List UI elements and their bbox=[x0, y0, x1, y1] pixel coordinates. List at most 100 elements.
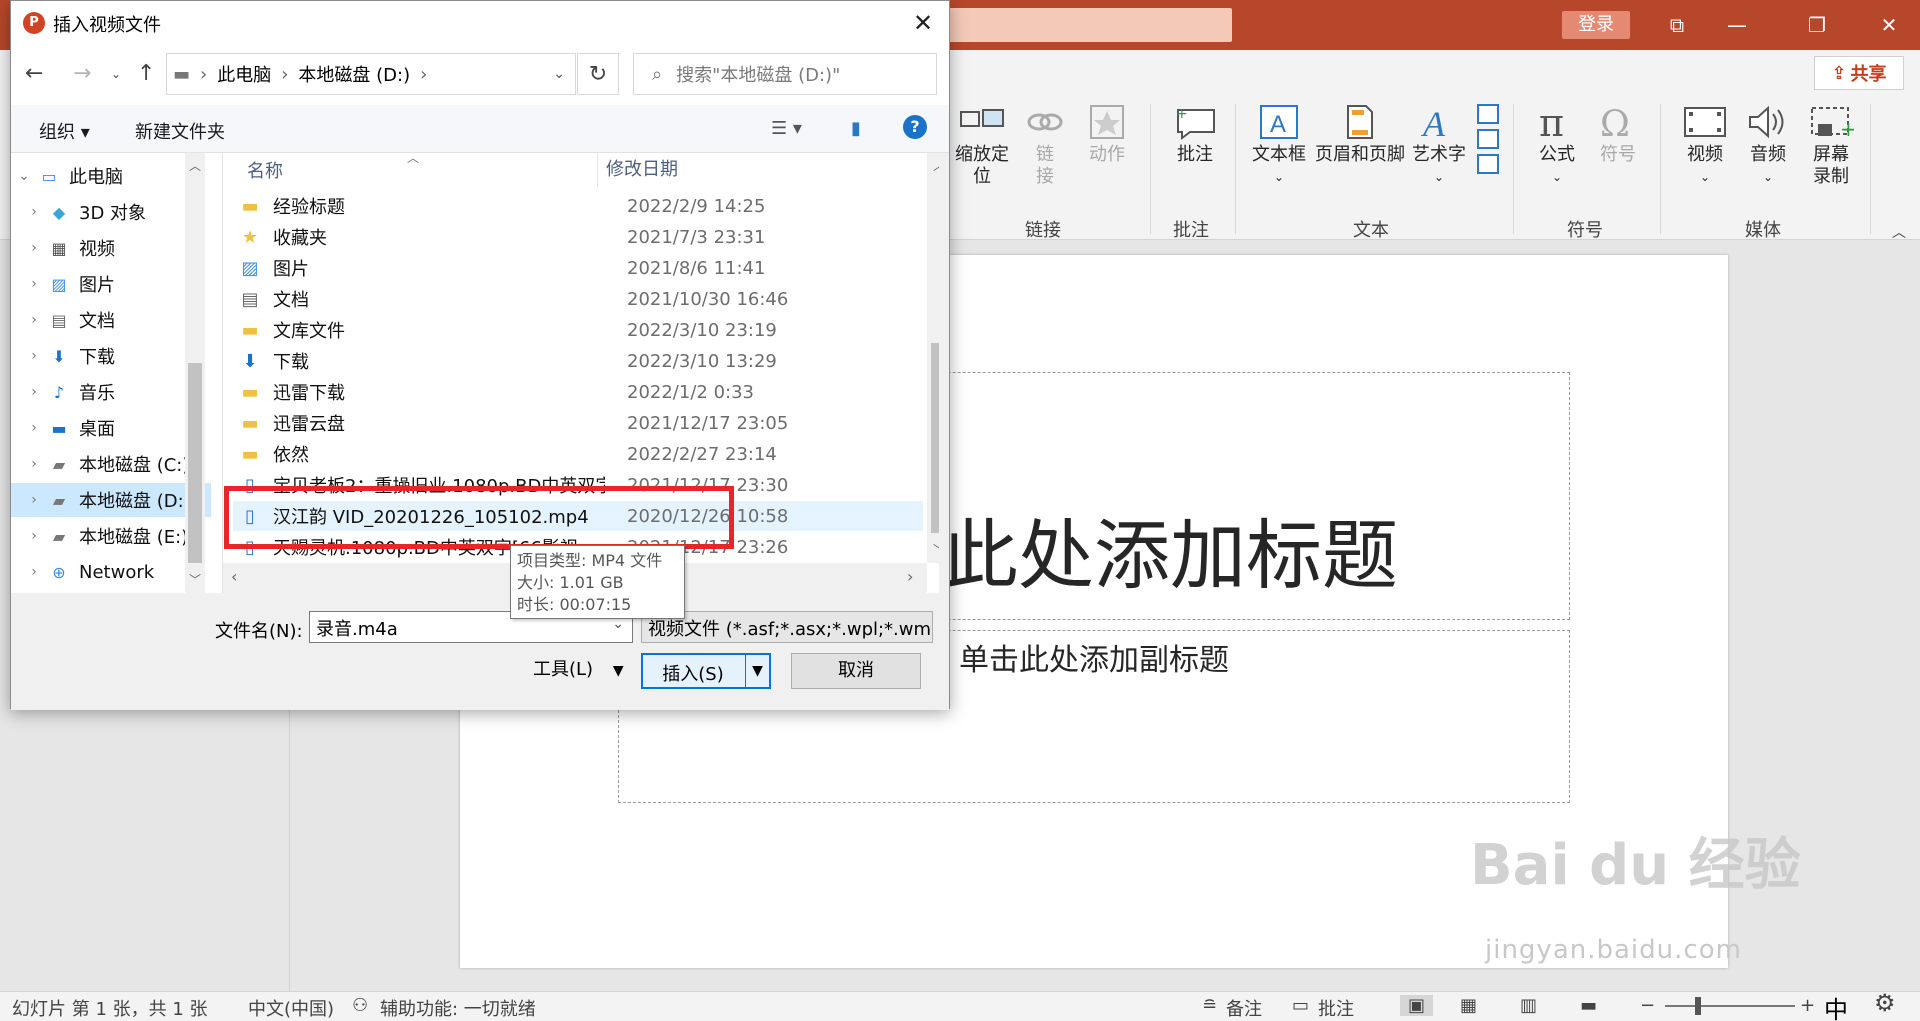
chevron-right-icon[interactable]: › bbox=[21, 420, 47, 436]
scroll-up-icon[interactable]: ︿ bbox=[189, 157, 201, 174]
insert-button[interactable]: 插入(S) ▼ bbox=[641, 653, 771, 689]
nav-item[interactable]: › ▤ 文档 bbox=[11, 303, 211, 337]
comment-button[interactable]: + 批注 bbox=[1172, 104, 1218, 166]
organize-button[interactable]: 组织 ▾ bbox=[39, 118, 90, 144]
file-row[interactable]: ★ 收藏夹 2021/7/3 23:31 bbox=[233, 222, 923, 252]
nav-item[interactable]: › ▦ 视频 bbox=[11, 231, 211, 265]
breadcrumb-drive-d[interactable]: 本地磁盘 (D:) bbox=[298, 61, 410, 87]
insert-dropdown-icon[interactable]: ▼ bbox=[745, 655, 769, 687]
header-footer-button[interactable]: 页眉和页脚 bbox=[1315, 104, 1405, 166]
zoom-slider[interactable] bbox=[1665, 1005, 1795, 1007]
nav-item[interactable]: › ▰ 本地磁盘 (D:) bbox=[11, 483, 211, 517]
wordart-button[interactable]: A 艺术字 ⌄ bbox=[1412, 104, 1466, 188]
screen-record-button[interactable]: + 屏幕 录制 bbox=[1808, 104, 1854, 188]
chevron-right-icon[interactable]: › bbox=[21, 492, 47, 508]
file-row[interactable]: ▤ 文档 2021/10/30 16:46 bbox=[233, 284, 923, 314]
scroll-right-icon[interactable]: › bbox=[907, 567, 913, 586]
search-input[interactable]: ⌕ 搜索"本地磁盘 (D:)" bbox=[633, 53, 937, 95]
zoom-in-icon[interactable]: + bbox=[1800, 995, 1815, 1016]
nav-pane-scrollbar[interactable]: ︿ ﹀ bbox=[185, 153, 205, 593]
chevron-down-icon[interactable]: ⌄ bbox=[11, 168, 37, 184]
address-bar[interactable]: ▬ › 此电脑 › 本地磁盘 (D:) › ⌄ bbox=[166, 53, 576, 95]
action-button[interactable]: 动作 bbox=[1087, 104, 1127, 166]
nav-scroll-thumb[interactable] bbox=[188, 363, 202, 563]
file-row[interactable]: ▬ 文库文件 2022/3/10 23:19 bbox=[233, 315, 923, 345]
file-row[interactable]: ▬ 迅雷下载 2022/1/2 0:33 bbox=[233, 377, 923, 407]
reading-view-icon[interactable]: ▥ bbox=[1520, 995, 1537, 1016]
scroll-left-icon[interactable]: ‹ bbox=[231, 567, 237, 586]
chevron-right-icon[interactable]: › bbox=[21, 204, 47, 220]
cancel-button[interactable]: 取消 bbox=[791, 653, 921, 689]
nav-item[interactable]: › ▰ 本地磁盘 (E:) bbox=[11, 519, 211, 553]
dialog-close-button[interactable]: ✕ bbox=[903, 7, 943, 39]
nav-item[interactable]: › ⬇ 下载 bbox=[11, 339, 211, 373]
notes-button[interactable]: 备注 bbox=[1226, 995, 1262, 1021]
forward-arrow-icon[interactable]: → bbox=[73, 61, 91, 86]
chevron-right-icon[interactable]: › bbox=[21, 528, 47, 544]
help-icon[interactable]: ? bbox=[903, 115, 927, 139]
chevron-right-icon[interactable]: › bbox=[21, 564, 47, 580]
breadcrumb-this-pc[interactable]: 此电脑 bbox=[217, 61, 271, 87]
column-header-date[interactable]: 修改日期 bbox=[597, 153, 678, 187]
link-button[interactable]: 链 接 bbox=[1025, 104, 1065, 188]
address-history-icon[interactable]: ⌄ bbox=[553, 66, 565, 82]
slideshow-icon[interactable]: ▬ bbox=[1580, 995, 1597, 1016]
back-arrow-icon[interactable]: ← bbox=[25, 61, 43, 86]
zoom-button[interactable]: 缩放定 位 bbox=[955, 104, 1009, 188]
nav-item[interactable]: › ▨ 图片 bbox=[11, 267, 211, 301]
nav-item[interactable]: › ◆ 3D 对象 bbox=[11, 195, 211, 229]
nav-item[interactable]: › ▬ 桌面 bbox=[11, 411, 211, 445]
symbol-button[interactable]: Ω 符号 bbox=[1598, 104, 1638, 166]
ribbon-display-options-icon[interactable]: ⧉ bbox=[1650, 0, 1704, 50]
view-options-icon[interactable]: ☰ ▾ bbox=[771, 118, 802, 139]
settings-icon[interactable]: ⚙ bbox=[1874, 989, 1896, 1017]
chevron-right-icon[interactable]: › bbox=[21, 348, 47, 364]
recent-locations-icon[interactable]: ⌄ bbox=[111, 67, 121, 81]
equation-button[interactable]: π 公式 ⌄ bbox=[1537, 104, 1577, 188]
audio-button[interactable]: 音频 ⌄ bbox=[1746, 104, 1790, 188]
language-indicator[interactable]: 中文(中国) bbox=[248, 995, 334, 1021]
file-row[interactable]: ▬ 依然 2022/2/27 23:14 bbox=[233, 439, 923, 469]
refresh-button[interactable]: ↻ bbox=[577, 53, 619, 95]
slide-sorter-icon[interactable]: ▦ bbox=[1460, 995, 1477, 1016]
column-header-name[interactable]: 名称 bbox=[247, 157, 597, 183]
nav-item[interactable]: ⌄ ▭ 此电脑 bbox=[11, 159, 211, 193]
ppt-search-box[interactable] bbox=[948, 8, 1232, 42]
share-button[interactable]: ⇪ 共享 bbox=[1814, 56, 1904, 90]
ime-indicator[interactable]: 中 bbox=[1824, 990, 1848, 1021]
chevron-right-icon[interactable]: › bbox=[21, 276, 47, 292]
nav-item[interactable]: › ⊕ Network bbox=[11, 555, 211, 589]
file-row[interactable]: ▬ 迅雷云盘 2021/12/17 23:05 bbox=[233, 408, 923, 438]
tools-button[interactable]: 工具(L) ▼ bbox=[533, 655, 624, 681]
scroll-down-icon[interactable]: ﹀ bbox=[933, 541, 939, 558]
zoom-out-icon[interactable]: − bbox=[1640, 995, 1655, 1016]
login-button[interactable]: 登录 bbox=[1562, 11, 1630, 39]
textbox-button[interactable]: A 文本框 ⌄ bbox=[1252, 104, 1306, 188]
restore-icon[interactable]: ❐ bbox=[1790, 0, 1844, 50]
scroll-up-icon[interactable]: ︿ bbox=[933, 157, 939, 174]
zoom-slider-thumb[interactable] bbox=[1695, 997, 1701, 1015]
file-row[interactable]: ▨ 图片 2021/8/6 11:41 bbox=[233, 253, 923, 283]
comments-button[interactable]: 批注 bbox=[1318, 995, 1354, 1021]
insert-misc-buttons[interactable] bbox=[1475, 102, 1501, 180]
preview-pane-icon[interactable]: ▮ bbox=[851, 118, 861, 139]
new-folder-button[interactable]: 新建文件夹 bbox=[135, 118, 225, 144]
accessibility-status[interactable]: 辅助功能: 一切就绪 bbox=[380, 995, 536, 1021]
collapse-ribbon-icon[interactable]: ︿ bbox=[1892, 222, 1906, 242]
up-arrow-icon[interactable]: ↑ bbox=[137, 61, 155, 86]
chevron-right-icon[interactable]: › bbox=[21, 312, 47, 328]
file-list-scrollbar[interactable]: ︿ ﹀ bbox=[927, 153, 939, 563]
normal-view-icon[interactable]: ▣ bbox=[1400, 995, 1434, 1016]
minimize-icon[interactable]: — bbox=[1710, 0, 1764, 50]
video-button[interactable]: 视频 ⌄ bbox=[1683, 104, 1727, 188]
chevron-right-icon[interactable]: › bbox=[21, 240, 47, 256]
close-icon[interactable]: ✕ bbox=[1862, 0, 1916, 50]
chevron-right-icon[interactable]: › bbox=[21, 384, 47, 400]
file-row[interactable]: ⬇ 下载 2022/3/10 13:29 bbox=[233, 346, 923, 376]
nav-item[interactable]: › ▰ 本地磁盘 (C:) bbox=[11, 447, 211, 481]
file-list-scroll-thumb[interactable] bbox=[931, 343, 939, 533]
file-row[interactable]: ▬ 经验标题 2022/2/9 14:25 bbox=[233, 191, 923, 221]
nav-item[interactable]: › ♪ 音乐 bbox=[11, 375, 211, 409]
scroll-down-icon[interactable]: ﹀ bbox=[189, 571, 201, 588]
chevron-right-icon[interactable]: › bbox=[21, 456, 47, 472]
